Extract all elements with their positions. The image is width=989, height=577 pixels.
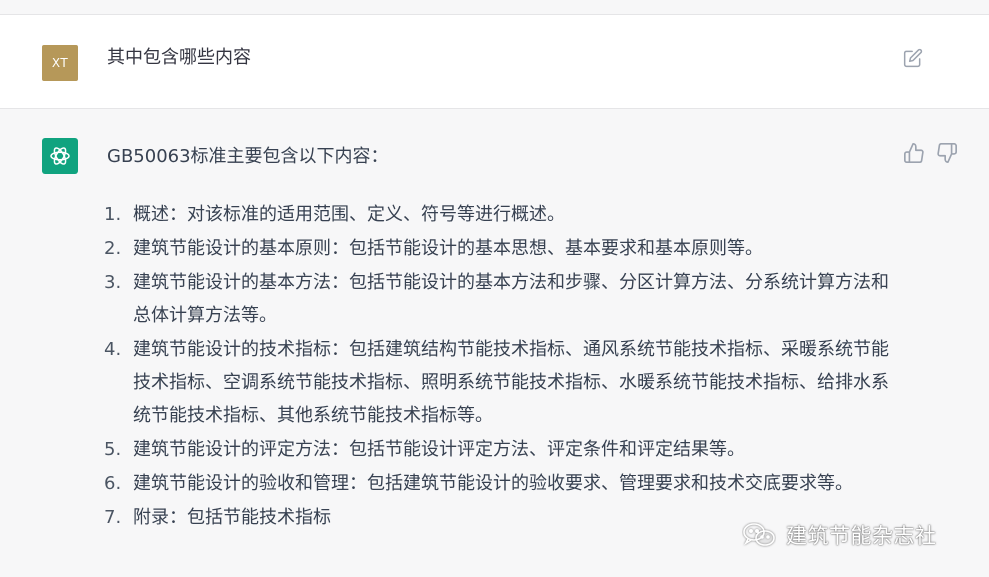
- watermark: 建筑节能杂志社: [742, 519, 937, 551]
- list-item-text: 概述：对该标准的适用范围、定义、符号等进行概述。: [133, 204, 565, 225]
- list-item: 6. 建筑节能设计的验收和管理：包括建筑节能设计的验收要求、管理要求和技术交底要求…: [104, 467, 894, 500]
- list-item-text: 建筑节能设计的技术指标：包括建筑结构节能技术指标、通风系统节能技术指标、采暖系统…: [133, 339, 889, 426]
- list-number: 7.: [104, 507, 122, 528]
- assistant-message-row: GB50063标准主要包含以下内容： 1. 概述：对该标准的适用范围、定义、符号等…: [0, 109, 989, 577]
- user-avatar: XT: [42, 45, 78, 81]
- list-item-text: 建筑节能设计的基本原则：包括节能设计的基本思想、基本要求和基本原则等。: [133, 238, 763, 259]
- list-number: 4.: [104, 339, 122, 360]
- watermark-text: 建筑节能杂志社: [786, 524, 937, 548]
- list-item-text: 附录：包括节能技术指标: [133, 507, 331, 528]
- assistant-intro: GB50063标准主要包含以下内容：: [107, 146, 389, 167]
- list-number: 5.: [104, 439, 122, 460]
- list-item: 5. 建筑节能设计的评定方法：包括节能设计评定方法、评定条件和评定结果等。: [104, 433, 894, 466]
- list-item: 4. 建筑节能设计的技术指标：包括建筑结构节能技术指标、通风系统节能技术指标、采暖…: [104, 333, 894, 432]
- list-number: 2.: [104, 238, 122, 259]
- list-item-text: 建筑节能设计的基本方法：包括节能设计的基本方法和步骤、分区计算方法、分系统计算方…: [133, 272, 889, 326]
- edit-icon[interactable]: [903, 48, 923, 68]
- list-item: 1. 概述：对该标准的适用范围、定义、符号等进行概述。: [104, 198, 894, 231]
- list-number: 3.: [104, 272, 122, 293]
- list-number: 6.: [104, 473, 122, 494]
- list-item: 3. 建筑节能设计的基本方法：包括节能设计的基本方法和步骤、分区计算方法、分系统计…: [104, 266, 894, 332]
- thumbs-up-icon[interactable]: [903, 142, 925, 164]
- thumbs-down-icon[interactable]: [936, 142, 958, 164]
- assistant-avatar: [42, 138, 78, 174]
- wechat-icon: [743, 523, 775, 546]
- user-message-row: XT 其中包含哪些内容: [0, 15, 989, 109]
- list-item-text: 建筑节能设计的评定方法：包括节能设计评定方法、评定条件和评定结果等。: [133, 439, 745, 460]
- list-number: 1.: [104, 204, 122, 225]
- list-item: 2. 建筑节能设计的基本原则：包括节能设计的基本思想、基本要求和基本原则等。: [104, 232, 894, 265]
- answer-list: 1. 概述：对该标准的适用范围、定义、符号等进行概述。 2. 建筑节能设计的基本原则…: [104, 198, 894, 535]
- top-strip: [0, 0, 989, 15]
- openai-logo-icon: [50, 147, 70, 165]
- user-message-text: 其中包含哪些内容: [107, 47, 251, 68]
- list-item-text: 建筑节能设计的验收和管理：包括建筑节能设计的验收要求、管理要求和技术交底要求等。: [133, 473, 853, 494]
